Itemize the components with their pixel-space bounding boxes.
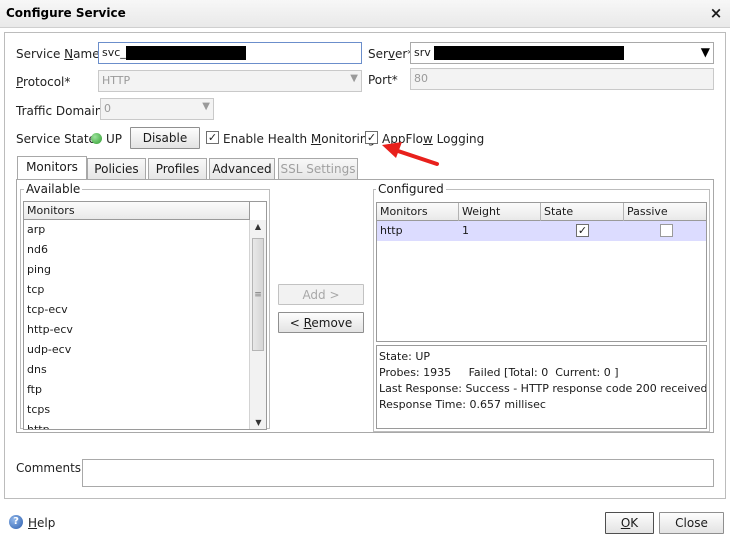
- traffic-domain-value: 0: [104, 102, 111, 115]
- configured-legend: Configured: [376, 182, 446, 196]
- list-item[interactable]: dns: [24, 360, 250, 380]
- scroll-down-icon[interactable]: ▼: [250, 418, 267, 427]
- protocol-value: HTTP: [102, 74, 131, 87]
- column-header-monitors[interactable]: Monitors: [377, 203, 459, 221]
- tab-ssl-settings[interactable]: SSL Settings: [278, 158, 358, 179]
- tab-monitors[interactable]: Monitors: [17, 156, 87, 179]
- monitor-status-panel: State: UP Probes: 1935 Failed [Total: 0 …: [376, 345, 707, 429]
- service-state-label: Service State: [16, 132, 96, 146]
- list-item[interactable]: udp-ecv: [24, 340, 250, 360]
- passive-checkbox[interactable]: [660, 224, 673, 237]
- health-monitoring-label: Enable Health Monitoring: [223, 132, 376, 146]
- service-name-input[interactable]: svc_: [98, 42, 362, 64]
- row-monitor-cell: http: [380, 224, 403, 237]
- tab-policies[interactable]: Policies: [87, 158, 146, 179]
- list-item[interactable]: ping: [24, 260, 250, 280]
- status-last-response-text: Last Response: Success - HTTP response c…: [379, 382, 707, 395]
- row-passive-cell: [624, 221, 706, 241]
- tab-advanced[interactable]: Advanced: [209, 158, 275, 179]
- disable-button[interactable]: Disable: [130, 127, 200, 149]
- port-label: Port*: [368, 73, 398, 87]
- available-monitors-list[interactable]: Monitors arp nd6 ping tcp tcp-ecv http-ecv udp…: [23, 201, 267, 430]
- server-label: Server*: [368, 47, 414, 61]
- tab-profiles[interactable]: Profiles: [148, 158, 207, 179]
- service-name-label: Service Name*: [16, 47, 106, 61]
- scroll-up-icon[interactable]: ▲: [250, 220, 266, 234]
- state-checkbox[interactable]: ✓: [576, 224, 589, 237]
- chevron-down-icon: ▼: [350, 73, 358, 84]
- red-arrow-icon: [382, 142, 439, 166]
- chevron-down-icon[interactable]: ▼: [701, 45, 710, 59]
- appflow-logging-checkbox[interactable]: ✓: [365, 131, 378, 144]
- remove-button[interactable]: < Remove: [278, 312, 364, 333]
- table-row[interactable]: http 1 ✓: [377, 221, 706, 241]
- status-response-time-text: Response Time: 0.657 millisec: [379, 398, 546, 411]
- add-button[interactable]: Add >: [278, 284, 364, 305]
- available-column-header[interactable]: Monitors: [24, 202, 250, 220]
- health-monitoring-checkbox[interactable]: ✓: [206, 131, 219, 144]
- port-value: 80: [414, 72, 428, 85]
- help-link[interactable]: Help: [28, 516, 55, 530]
- column-header-passive[interactable]: Passive: [624, 203, 706, 221]
- help-icon[interactable]: ?: [9, 515, 23, 529]
- row-weight-cell: 1: [462, 224, 469, 237]
- protocol-dropdown[interactable]: HTTP ▼: [98, 70, 362, 92]
- configured-monitors-table[interactable]: Monitors Weight State Passive http 1 ✓: [376, 202, 707, 342]
- status-dot-icon: [91, 133, 102, 144]
- traffic-domain-dropdown[interactable]: 0 ▼: [100, 98, 214, 120]
- column-header-weight[interactable]: Weight: [459, 203, 541, 221]
- list-item[interactable]: http-ecv: [24, 320, 250, 340]
- port-input[interactable]: 80: [410, 68, 714, 90]
- close-button[interactable]: Close: [659, 512, 724, 534]
- window-title: Configure Service: [6, 6, 126, 20]
- column-header-state[interactable]: State: [541, 203, 624, 221]
- available-scrollbar[interactable]: ▲ ≡ ▼: [249, 220, 266, 429]
- list-item[interactable]: nd6: [24, 240, 250, 260]
- redaction-bar: [434, 46, 625, 60]
- scrollbar-thumb[interactable]: ≡: [252, 238, 264, 351]
- status-probes-text: Probes: 1935 Failed [Total: 0 Current: 0…: [379, 366, 619, 379]
- redaction-bar: [125, 46, 246, 60]
- list-item[interactable]: ftp: [24, 380, 250, 400]
- status-state-text: State: UP: [379, 350, 431, 363]
- close-icon[interactable]: ×: [708, 4, 724, 22]
- ok-button[interactable]: OK: [605, 512, 654, 534]
- row-state-cell: ✓: [541, 221, 624, 241]
- protocol-label: Protocol*: [16, 75, 71, 89]
- list-item[interactable]: tcp: [24, 280, 250, 300]
- server-dropdown[interactable]: srv ▼: [410, 42, 714, 64]
- list-item[interactable]: http: [24, 420, 250, 429]
- list-item[interactable]: tcp-ecv: [24, 300, 250, 320]
- list-item[interactable]: tcps: [24, 400, 250, 420]
- available-legend: Available: [24, 182, 83, 196]
- traffic-domain-label: Traffic Domain: [16, 104, 103, 118]
- comments-input[interactable]: [82, 459, 714, 487]
- list-item[interactable]: arp: [24, 220, 250, 240]
- chevron-down-icon: ▼: [202, 101, 210, 112]
- service-state-value: UP: [106, 132, 123, 146]
- service-name-value: svc_: [102, 46, 126, 59]
- comments-label: Comments: [16, 461, 82, 475]
- server-value: srv: [414, 46, 431, 59]
- configured-header-row: Monitors Weight State Passive: [377, 203, 706, 221]
